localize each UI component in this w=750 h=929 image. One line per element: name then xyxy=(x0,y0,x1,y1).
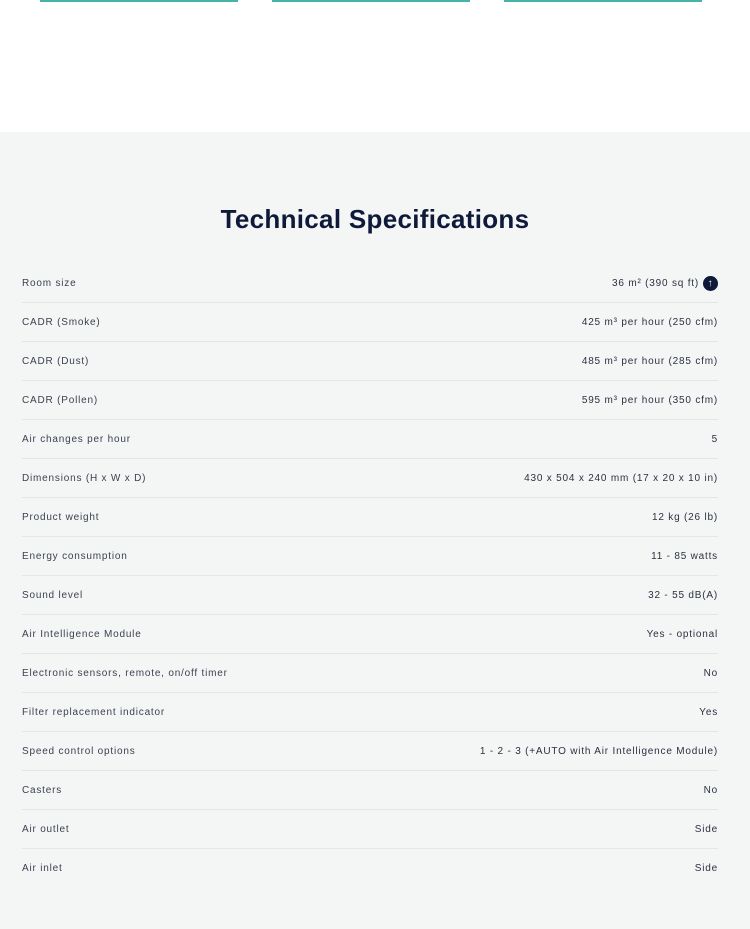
spec-list: Room size 36 m² (390 sq ft) ↑ CADR (Smok… xyxy=(22,264,718,887)
spec-row-product-weight: Product weight 12 kg (26 lb) xyxy=(22,498,718,537)
spec-label: Casters xyxy=(22,784,63,796)
spec-label: CADR (Dust) xyxy=(22,355,90,367)
spec-row-cadr-smoke: CADR (Smoke) 425 m³ per hour (250 cfm) xyxy=(22,303,718,342)
spec-row-air-changes: Air changes per hour 5 xyxy=(22,420,718,459)
spec-value: Side xyxy=(694,862,718,874)
spec-label: Filter replacement indicator xyxy=(22,706,166,718)
spec-row-filter-indicator: Filter replacement indicator Yes xyxy=(22,693,718,732)
spec-label: Dimensions (H x W x D) xyxy=(22,472,147,484)
spec-row-cadr-pollen: CADR (Pollen) 595 m³ per hour (350 cfm) xyxy=(22,381,718,420)
spec-label: Sound level xyxy=(22,589,84,601)
up-arrow-circle-icon[interactable]: ↑ xyxy=(703,275,718,291)
spec-label: Air changes per hour xyxy=(22,433,131,445)
spec-value: 36 m² (390 sq ft) xyxy=(612,277,699,289)
spec-value: Yes xyxy=(699,706,718,718)
spec-row-speed-control: Speed control options 1 - 2 - 3 (+AUTO w… xyxy=(22,732,718,771)
spec-value: 1 - 2 - 3 (+AUTO with Air Intelligence M… xyxy=(479,745,718,757)
spec-value: No xyxy=(703,784,718,796)
spec-value: 485 m³ per hour (285 cfm) xyxy=(581,355,718,367)
spec-value: 5 xyxy=(711,433,718,445)
spec-row-air-inlet: Air inlet Side xyxy=(22,849,718,887)
spec-label: CADR (Smoke) xyxy=(22,316,101,328)
spec-value: 595 m³ per hour (350 cfm) xyxy=(581,394,718,406)
spec-row-air-outlet: Air outlet Side xyxy=(22,810,718,849)
spec-label: Speed control options xyxy=(22,745,136,757)
spec-value: Yes - optional xyxy=(646,628,718,640)
spec-row-air-intelligence: Air Intelligence Module Yes - optional xyxy=(22,615,718,654)
spec-label: Product weight xyxy=(22,511,100,523)
spec-row-dimensions: Dimensions (H x W x D) 430 x 504 x 240 m… xyxy=(22,459,718,498)
spec-label: Air Intelligence Module xyxy=(22,628,142,640)
spec-value: 12 kg (26 lb) xyxy=(652,511,718,523)
section-title: Technical Specifications xyxy=(220,204,530,234)
spec-value: 430 x 504 x 240 mm (17 x 20 x 10 in) xyxy=(524,472,718,484)
spec-value-wrap: 36 m² (390 sq ft) ↑ xyxy=(612,275,718,291)
spec-value: 11 - 85 watts xyxy=(651,550,718,562)
spec-row-cadr-dust: CADR (Dust) 485 m³ per hour (285 cfm) xyxy=(22,342,718,381)
card-accent-line xyxy=(504,0,702,2)
spec-value: 425 m³ per hour (250 cfm) xyxy=(581,316,718,328)
spec-row-energy: Energy consumption 11 - 85 watts xyxy=(22,537,718,576)
spec-label: Energy consumption xyxy=(22,550,128,562)
spec-value: Side xyxy=(694,823,718,835)
spec-label: Electronic sensors, remote, on/off timer xyxy=(22,667,228,679)
spec-label: Room size xyxy=(22,277,77,289)
spec-value: No xyxy=(703,667,718,679)
spec-row-sound-level: Sound level 32 - 55 dB(A) xyxy=(22,576,718,615)
technical-specifications-section: Technical Specifications Room size 36 m²… xyxy=(0,132,750,929)
card-accent-line xyxy=(40,0,238,2)
spec-row-room-size: Room size 36 m² (390 sq ft) ↑ xyxy=(22,264,718,303)
top-card-strip xyxy=(0,0,750,132)
spec-label: Air inlet xyxy=(22,862,63,874)
spec-label: CADR (Pollen) xyxy=(22,394,98,406)
spec-value: 32 - 55 dB(A) xyxy=(648,589,718,601)
card-accent-line xyxy=(272,0,470,2)
spec-row-electronic-sensors: Electronic sensors, remote, on/off timer… xyxy=(22,654,718,693)
spec-label: Air outlet xyxy=(22,823,70,835)
spec-row-casters: Casters No xyxy=(22,771,718,810)
